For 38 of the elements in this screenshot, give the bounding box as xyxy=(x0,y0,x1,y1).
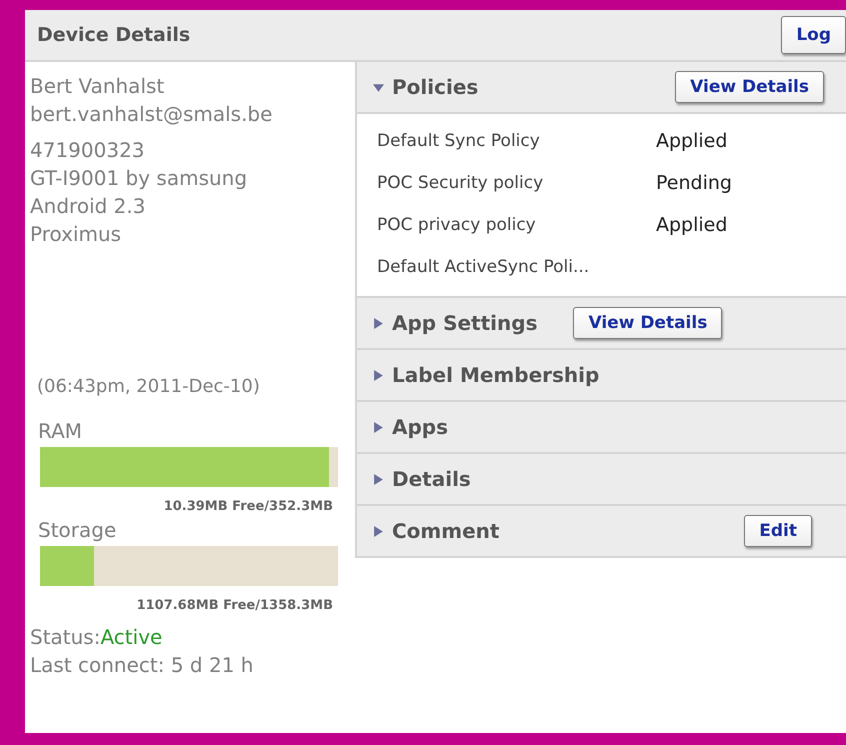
status-value: Active xyxy=(100,625,162,649)
section-header[interactable]: Policies View Details xyxy=(357,62,846,112)
meter-reading: 1107.68MB Free/1358.3MB xyxy=(136,598,334,613)
section-button[interactable]: View Details xyxy=(675,71,824,103)
policy-name: POC privacy policy xyxy=(377,215,537,235)
triangle-icon xyxy=(373,370,384,380)
triangle-icon xyxy=(373,82,384,92)
device-info: GT-I9001 by samsung xyxy=(30,165,248,192)
triangle-icon xyxy=(373,526,384,536)
triangle-icon xyxy=(373,474,384,484)
triangle-icon xyxy=(373,318,384,328)
policy-name: POC Security policy xyxy=(377,173,544,193)
section-header[interactable]: App Settings View Details xyxy=(357,298,846,348)
section-button[interactable]: View Details xyxy=(573,307,722,339)
triangle-icon xyxy=(373,422,384,432)
policy-state: Applied xyxy=(656,130,728,152)
last-connect: Last connect: 5 d 21 h xyxy=(30,652,254,679)
policy-name: Default ActiveSync Poli... xyxy=(377,257,590,277)
section-header[interactable]: Details xyxy=(357,454,846,504)
user-name: Bert Vanhalst xyxy=(30,73,166,100)
section-header[interactable]: Label Membership xyxy=(357,350,846,400)
timestamp: (06:43pm, 2011-Dec-10) xyxy=(36,376,261,397)
device-info: 471900323 xyxy=(30,137,146,164)
device-info: Android 2.3 xyxy=(30,193,146,220)
device-info: Proximus xyxy=(30,221,122,248)
section-button[interactable]: Edit xyxy=(744,515,812,547)
policy-state: Pending xyxy=(656,172,732,194)
panel-title: Device Details xyxy=(36,24,190,46)
user-email: bert.vanhalst@smals.be xyxy=(30,101,274,128)
section-header[interactable]: Comment Edit xyxy=(357,506,846,556)
policy-name: Default Sync Policy xyxy=(377,131,541,151)
meter-label: Storage xyxy=(37,518,118,542)
policy-state: Applied xyxy=(656,214,728,236)
section-header[interactable]: Apps xyxy=(357,402,846,452)
meter-reading: 10.39MB Free/352.3MB xyxy=(162,499,334,514)
status-label: Status: xyxy=(30,625,100,649)
log-button[interactable]: Log xyxy=(781,16,846,54)
meter-label: RAM xyxy=(37,419,84,443)
